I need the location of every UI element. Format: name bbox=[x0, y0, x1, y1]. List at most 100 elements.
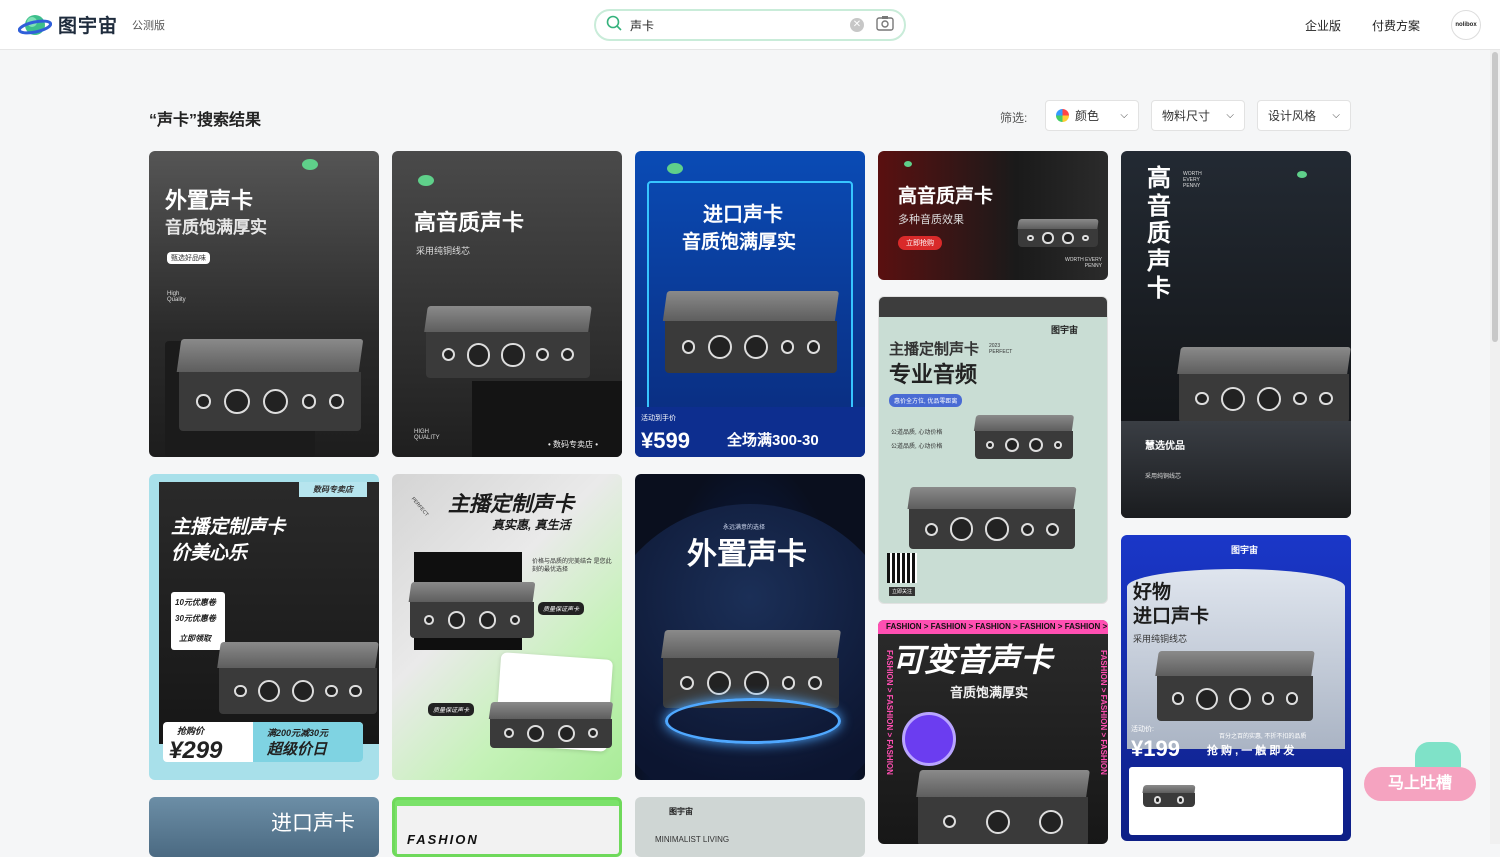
card-subtitle: 多种音质效果 bbox=[898, 214, 964, 226]
sound-card-image bbox=[1177, 347, 1351, 423]
result-card[interactable]: 图宇宙 主播定制声卡 2023 PERFECT 专业音频 惠价全方位, 优品零距… bbox=[878, 296, 1108, 604]
result-card[interactable]: 主播定制声卡 真实惠, 真生活 价格与品质的完美结合 是您此刻的最优选择 质量保… bbox=[392, 474, 622, 780]
filter-color[interactable]: 颜色 ⌵ bbox=[1045, 100, 1139, 131]
filter-label: 筛选: bbox=[1000, 111, 1028, 125]
camera-icon[interactable] bbox=[876, 15, 894, 36]
page-scrollbar[interactable] bbox=[1490, 50, 1500, 844]
chevron-down-icon: ⌵ bbox=[1332, 110, 1340, 121]
sound-card-image bbox=[1142, 785, 1196, 807]
nav-pricing[interactable]: 付费方案 bbox=[1372, 17, 1420, 34]
nav-enterprise[interactable]: 企业版 bbox=[1305, 17, 1341, 34]
fashion-badge bbox=[902, 712, 956, 766]
card-title: 进口声卡 bbox=[703, 204, 783, 226]
planet-icon bbox=[418, 175, 434, 186]
fashion-side-right: FASHION > FASHION > FASHION bbox=[1099, 650, 1108, 775]
result-card[interactable]: 图宇宙 MINIMALIST LIVING bbox=[635, 797, 865, 857]
result-card[interactable]: FASHION bbox=[392, 797, 622, 857]
card-title: FASHION bbox=[407, 832, 479, 847]
promo-1: 满200元减30元 bbox=[267, 728, 329, 738]
card-title: 高音质声卡 bbox=[414, 210, 525, 235]
sound-card-image bbox=[973, 415, 1075, 459]
promo-2: 超级价日 bbox=[267, 741, 328, 758]
clear-icon[interactable]: ✕ bbox=[850, 18, 864, 32]
results-title: “声卡”搜索结果 bbox=[149, 112, 262, 129]
result-card[interactable]: 外置声卡 音质饱满厚实 甄选好品味 High Quality bbox=[149, 151, 379, 457]
card-title: 主播定制声卡 bbox=[889, 341, 980, 358]
filter-style[interactable]: 设计风格 ⌵ bbox=[1257, 100, 1351, 131]
card-subtitle: 音质饱满厚实 bbox=[165, 218, 267, 237]
card-desc: 采用纯铜线芯 bbox=[1145, 474, 1182, 480]
filter-size-label: 物料尺寸 bbox=[1162, 109, 1211, 123]
card-price: ¥199 bbox=[1131, 736, 1180, 761]
price-label: 活动到手价 bbox=[641, 415, 676, 422]
result-card[interactable]: 永远满意的选择 外置声卡 bbox=[635, 474, 865, 780]
card-topbar bbox=[879, 297, 1107, 317]
card-note: High Quality bbox=[167, 291, 186, 303]
result-card[interactable]: 高音质声卡 采用纯铜线芯 HIGH QUALITY • 数码专卖店 • bbox=[392, 151, 622, 457]
planet-icon bbox=[302, 159, 318, 170]
feedback-button[interactable]: 马上吐槽 bbox=[1364, 767, 1476, 801]
card-subtitle: 音质饱满厚实 bbox=[950, 685, 1029, 700]
card-title: 可变音声卡 bbox=[892, 642, 1053, 678]
card-title: 好物 bbox=[1133, 582, 1172, 603]
sound-card-image bbox=[217, 642, 379, 714]
search-input[interactable]: 声卡 bbox=[630, 17, 850, 34]
fashion-side-left: FASHION > FASHION > FASHION bbox=[885, 650, 894, 775]
card-subtitle: 音质饱满厚实 bbox=[682, 232, 797, 253]
card-title: 外置声卡 bbox=[687, 538, 807, 571]
card-title: 高音质声卡 bbox=[1147, 165, 1171, 303]
quality-badge-1: 质量保证声卡 bbox=[538, 602, 585, 615]
sound-card-image bbox=[176, 339, 364, 431]
planet-icon bbox=[904, 161, 912, 167]
result-card[interactable]: 进口声卡 bbox=[149, 797, 379, 857]
chevron-down-icon: ⌵ bbox=[1120, 110, 1128, 121]
card-year: 2023 PERFECT bbox=[989, 343, 1013, 355]
card-desc: 价格与品质的完美结合 是您此刻的最优选择 bbox=[532, 559, 612, 574]
search-bar[interactable]: 声卡 ✕ bbox=[594, 9, 906, 41]
card-title: 主播定制声卡 bbox=[448, 493, 574, 516]
rock-base bbox=[1121, 421, 1351, 518]
sound-card-image bbox=[1155, 651, 1315, 721]
beta-badge: 公测版 bbox=[132, 19, 166, 32]
claim-button[interactable]: 立即领取 bbox=[179, 634, 211, 644]
result-card[interactable]: 数码专卖店 主播定制声卡 价美心乐 10元优惠卷 30元优惠卷 立即领取 抢购价… bbox=[149, 474, 379, 780]
card-subtitle: 采用纯铜线芯 bbox=[416, 246, 471, 256]
card-slogan: 抢 购 , 一 触 即 发 bbox=[1207, 745, 1295, 757]
sound-card-image bbox=[488, 702, 614, 748]
card-subtitle: 慧选优品 bbox=[1145, 441, 1185, 452]
card-footer: • 数码专卖店 • bbox=[548, 440, 599, 449]
card-note: WORTH EVERY PENNY bbox=[1183, 171, 1202, 189]
card-price: ¥299 bbox=[169, 737, 223, 764]
qr-code-icon bbox=[887, 553, 917, 583]
card-desc: 采用纯铜线芯 bbox=[1133, 634, 1188, 644]
logo[interactable]: 图宇宙 公测版 bbox=[17, 11, 166, 38]
color-wheel-icon bbox=[1056, 109, 1069, 122]
card-subtitle: 价美心乐 bbox=[171, 543, 248, 564]
card-check-2: 公道品质, 心动价格 bbox=[891, 444, 943, 450]
filter-size[interactable]: 物料尺寸 ⌵ bbox=[1151, 100, 1245, 131]
planet-icon bbox=[17, 12, 53, 38]
planet-icon bbox=[667, 163, 683, 174]
card-tag: PERFECT bbox=[409, 496, 430, 518]
card-title: 进口声卡 bbox=[271, 812, 355, 835]
card-tag: 甄选好品味 bbox=[167, 252, 210, 264]
result-card[interactable]: FASHION > FASHION > FASHION > FASHION > … bbox=[878, 620, 1108, 844]
scrollbar-thumb[interactable] bbox=[1492, 52, 1498, 342]
card-brand: 图宇宙 bbox=[1231, 545, 1259, 555]
top-header: 图宇宙 公测版 声卡 ✕ 企业版 付费方案 nolibox bbox=[0, 0, 1500, 50]
planet-icon bbox=[1297, 171, 1307, 178]
avatar[interactable]: nolibox bbox=[1451, 10, 1481, 40]
chevron-down-icon: ⌵ bbox=[1226, 110, 1234, 121]
card-subtitle: 真实惠, 真生活 bbox=[492, 518, 571, 532]
sound-card-image bbox=[1017, 219, 1099, 247]
sound-card-image bbox=[661, 630, 841, 708]
buy-now-button[interactable]: 立即抢购 bbox=[898, 236, 942, 250]
result-card[interactable]: 高音质声卡 WORTH EVERY PENNY 慧选优品 采用纯铜线芯 bbox=[1121, 151, 1351, 518]
result-card[interactable]: 进口声卡 音质饱满厚实 活动到手价 ¥599 全场满300-30 bbox=[635, 151, 865, 457]
card-brand: 图宇宙 bbox=[669, 807, 693, 816]
filter-color-label: 颜色 bbox=[1075, 109, 1100, 123]
light-ring bbox=[665, 698, 841, 744]
result-card[interactable]: 图宇宙 好物 进口声卡 采用纯铜线芯 活动价: ¥199 百分之百的实惠, 不折… bbox=[1121, 535, 1351, 841]
card-subtitle: 进口声卡 bbox=[1133, 606, 1210, 627]
result-card[interactable]: 高音质声卡 多种音质效果 立即抢购 WORTH EVERY PENNY bbox=[878, 151, 1108, 280]
